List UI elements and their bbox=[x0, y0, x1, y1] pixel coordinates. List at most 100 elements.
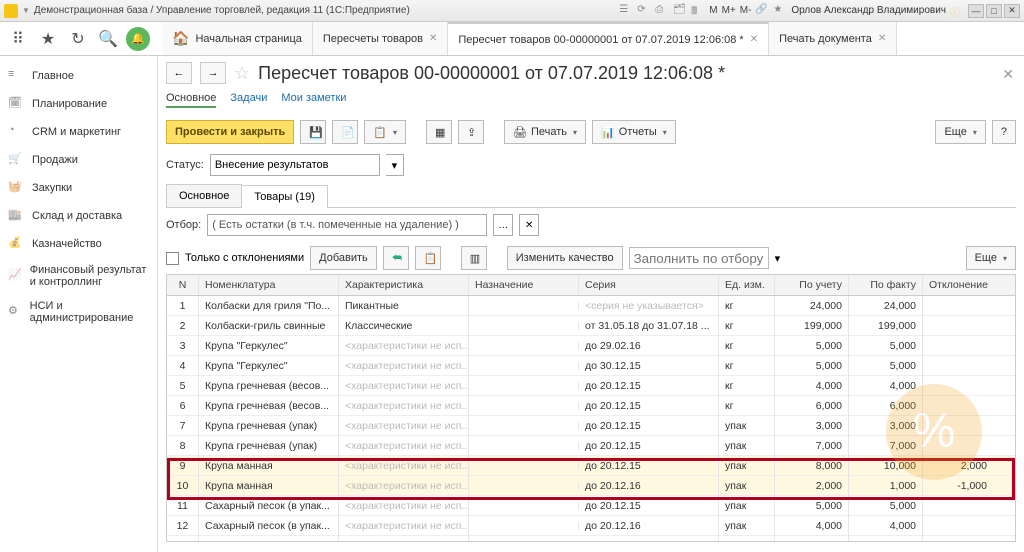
cell: 1 bbox=[167, 296, 199, 316]
apps-icon[interactable]: ⠿ bbox=[6, 27, 30, 51]
status-select[interactable]: Внесение результатов bbox=[210, 154, 380, 176]
col-naz[interactable]: Назначение bbox=[469, 275, 579, 295]
col-nom[interactable]: Номенклатура bbox=[199, 275, 339, 295]
col-uch[interactable]: По учету bbox=[775, 275, 849, 295]
sidebar-item[interactable]: 🏬Склад и доставка bbox=[0, 202, 157, 230]
tool-icon[interactable]: ☰ bbox=[619, 4, 633, 18]
nav-tab[interactable]: Печать документа✕ bbox=[769, 22, 897, 55]
cell bbox=[923, 362, 993, 370]
table-row[interactable]: 6Крупа гречневая (весов...<характеристик… bbox=[167, 396, 1015, 416]
cell bbox=[469, 422, 579, 430]
table-row[interactable]: 5Крупа гречневая (весов...<характеристик… bbox=[167, 376, 1015, 396]
sidebar-item[interactable]: ⚙НСИ и администрирование bbox=[0, 294, 157, 330]
tab-main[interactable]: Основное bbox=[166, 184, 242, 207]
tool-icon[interactable]: ⎙ bbox=[655, 4, 669, 18]
reports-button[interactable]: 📊 Отчеты▾ bbox=[592, 120, 676, 144]
change-quality-button[interactable]: Изменить качество bbox=[507, 246, 623, 270]
history-icon[interactable]: ↻ bbox=[66, 27, 90, 51]
save-close-button[interactable]: Провести и закрыть bbox=[166, 120, 294, 144]
memory-mplus[interactable]: M+ bbox=[722, 5, 736, 16]
col-char[interactable]: Характеристика bbox=[339, 275, 469, 295]
nav-fwd-button[interactable]: → bbox=[200, 62, 226, 84]
tab-label: Пересчеты товаров bbox=[323, 33, 423, 45]
table-row[interactable]: 9Крупа манная<характеристики не исп...до… bbox=[167, 456, 1015, 476]
table-row[interactable]: 12Сахарный песок (в упак...<характеристи… bbox=[167, 516, 1015, 536]
cell: <характеристики не исп... bbox=[339, 416, 469, 436]
close-icon[interactable]: ✕ bbox=[750, 34, 758, 45]
nav-tab[interactable]: Пересчет товаров 00-00000001 от 07.07.20… bbox=[448, 22, 769, 55]
subtab-main[interactable]: Основное bbox=[166, 92, 216, 108]
cell: Крупа гречневая (упак) bbox=[199, 436, 339, 456]
col-n[interactable]: N bbox=[167, 275, 199, 295]
filter-edit-button[interactable]: … bbox=[493, 214, 513, 236]
table-row[interactable]: 8Крупа гречневая (упак)<характеристики н… bbox=[167, 436, 1015, 456]
sidebar-item[interactable]: 🧺Закупки bbox=[0, 174, 157, 202]
fill-by-input[interactable] bbox=[629, 247, 769, 269]
barcode-button[interactable]: ▥ bbox=[461, 246, 487, 270]
table-row[interactable]: 3Крупа "Геркулес"<характеристики не исп.… bbox=[167, 336, 1015, 356]
sidebar-item[interactable]: 🗓Планирование bbox=[0, 90, 157, 118]
minimize-button[interactable]: — bbox=[968, 4, 984, 18]
nav-tab[interactable]: Пересчеты товаров ✕ bbox=[313, 22, 448, 55]
subtab-notes[interactable]: Мои заметки bbox=[281, 92, 346, 108]
link-icon[interactable]: 🔗 bbox=[755, 4, 769, 18]
close-icon[interactable]: ✕ bbox=[1002, 66, 1014, 83]
table-row[interactable]: 2Колбаски-гриль свинныеКлассическиеот 31… bbox=[167, 316, 1015, 336]
grid-more-button[interactable]: Еще▾ bbox=[966, 246, 1016, 270]
add-button[interactable]: Добавить bbox=[310, 246, 377, 270]
table-row[interactable]: 10Крупа манная<характеристики не исп...д… bbox=[167, 476, 1015, 496]
more-button[interactable]: Еще▾ bbox=[935, 120, 985, 144]
favorite-icon[interactable]: ★ bbox=[36, 27, 60, 51]
share-button[interactable]: ⮪ bbox=[383, 246, 409, 270]
post-button[interactable]: 📄 bbox=[332, 120, 358, 144]
calculator-icon[interactable]: 🖩 bbox=[691, 4, 705, 18]
table-row[interactable]: 13Сахарный песок (в упак...<характеристи… bbox=[167, 536, 1015, 542]
col-ed[interactable]: Ед. изм. bbox=[719, 275, 775, 295]
info-icon[interactable]: ⓘ bbox=[950, 4, 964, 18]
user-name[interactable]: Орлов Александр Владимирович bbox=[791, 5, 946, 16]
filter-clear-button[interactable]: ✕ bbox=[519, 214, 539, 236]
close-icon[interactable]: ✕ bbox=[878, 33, 886, 44]
search-icon[interactable]: 🔍 bbox=[96, 27, 120, 51]
star-icon[interactable]: ☆ bbox=[234, 63, 250, 84]
filter-input[interactable]: ( Есть остатки (в т.ч. помеченные на уда… bbox=[207, 214, 487, 236]
star-icon[interactable]: ★ bbox=[773, 4, 787, 18]
close-button[interactable]: ✕ bbox=[1004, 4, 1020, 18]
col-fact[interactable]: По факту bbox=[849, 275, 923, 295]
sidebar-item[interactable]: 💰Казначейство bbox=[0, 230, 157, 258]
sidebar-item[interactable]: ≡Главное bbox=[0, 62, 157, 90]
dropdown-icon[interactable]: ▼ bbox=[22, 6, 30, 15]
only-deviations-checkbox[interactable] bbox=[166, 252, 179, 265]
sidebar-item[interactable]: 🛒Продажи bbox=[0, 146, 157, 174]
subtab-tasks[interactable]: Задачи bbox=[230, 92, 267, 108]
tool-icon[interactable]: 🗂 bbox=[673, 4, 687, 18]
sidebar-item[interactable]: 📈Финансовый результат и контроллинг bbox=[0, 258, 157, 294]
nav-back-button[interactable]: ← bbox=[166, 62, 192, 84]
upload-button[interactable]: ⇪ bbox=[458, 120, 484, 144]
maximize-button[interactable]: □ bbox=[986, 4, 1002, 18]
sidebar-item[interactable]: ◔CRM и маркетинг bbox=[0, 118, 157, 146]
memory-m[interactable]: M bbox=[709, 5, 717, 16]
notifications-icon[interactable]: 🔔 bbox=[126, 27, 150, 51]
tool-icon[interactable]: ⟳ bbox=[637, 4, 651, 18]
copy-button[interactable]: 📋 bbox=[415, 246, 441, 270]
nav-tab[interactable]: 🏠Начальная страница bbox=[162, 22, 313, 55]
cell: 5,000 bbox=[849, 356, 923, 376]
col-otkl[interactable]: Отклонение bbox=[923, 275, 993, 295]
col-ser[interactable]: Серия bbox=[579, 275, 719, 295]
memory-mminus[interactable]: M- bbox=[740, 5, 752, 16]
help-button[interactable]: ? bbox=[992, 120, 1016, 144]
table-row[interactable]: 11Сахарный песок (в упак...<характеристи… bbox=[167, 496, 1015, 516]
save-button[interactable]: 💾 bbox=[300, 120, 326, 144]
status-dropdown-icon[interactable]: ▾ bbox=[386, 154, 404, 176]
table-row[interactable]: 4Крупа "Геркулес"<характеристики не исп.… bbox=[167, 356, 1015, 376]
table-row[interactable]: 7Крупа гречневая (упак)<характеристики н… bbox=[167, 416, 1015, 436]
fill-by-dd-icon[interactable]: ▾ bbox=[775, 252, 781, 265]
tab-goods[interactable]: Товары (19) bbox=[241, 185, 327, 208]
basis-button[interactable]: 📋▾ bbox=[364, 120, 406, 144]
print-button[interactable]: 🖨 Печать▾ bbox=[504, 120, 586, 144]
cell: 10 bbox=[167, 476, 199, 496]
table-row[interactable]: 1Колбаски для гриля "По...Пикантные<сери… bbox=[167, 296, 1015, 316]
close-icon[interactable]: ✕ bbox=[429, 33, 437, 44]
scan-button[interactable]: ▦ bbox=[426, 120, 452, 144]
